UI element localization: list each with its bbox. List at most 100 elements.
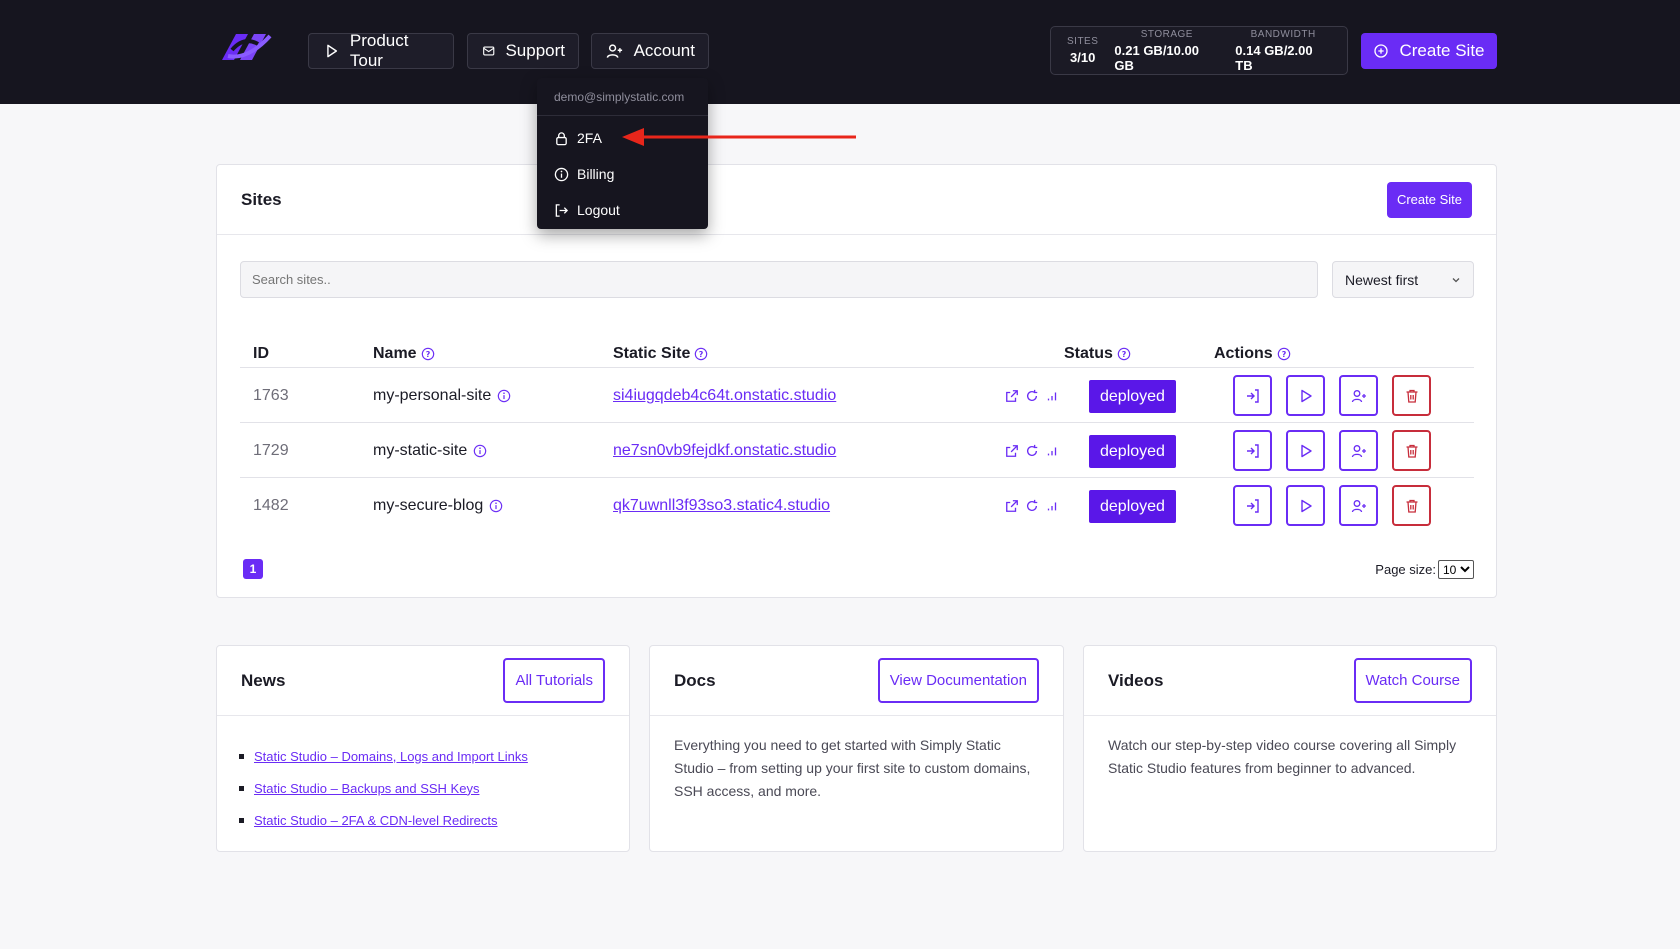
menu-item-billing[interactable]: Billing	[537, 156, 708, 192]
bar-chart-icon[interactable]	[1045, 499, 1059, 513]
list-item: Static Studio – 2FA & CDN-level Redirect…	[239, 804, 605, 836]
account-email: demo@simplystatic.com	[537, 78, 708, 116]
news-link[interactable]: Static Studio – Domains, Logs and Import…	[254, 749, 528, 764]
info-icon[interactable]	[497, 389, 511, 403]
external-link-icon[interactable]	[1005, 444, 1019, 458]
lock-icon	[556, 131, 567, 145]
delete-button[interactable]	[1392, 375, 1431, 416]
refresh-icon[interactable]	[1025, 499, 1039, 513]
play-icon	[327, 44, 338, 58]
plus-circle-icon	[1374, 44, 1389, 58]
support-label: Support	[505, 41, 565, 60]
user-plus-icon	[1351, 499, 1366, 512]
svg-text:?: ?	[1281, 350, 1286, 359]
add-user-button[interactable]	[1339, 375, 1378, 416]
sort-select[interactable]: Newest first	[1332, 261, 1474, 298]
user-plus-icon	[1351, 389, 1366, 402]
static-site-link[interactable]: si4iugqdeb4c64t.onstatic.studio	[613, 368, 836, 423]
page-size-select[interactable]: 10	[1438, 560, 1474, 579]
play-icon	[1300, 499, 1312, 512]
news-card: News All Tutorials Static Studio – Domai…	[216, 645, 630, 852]
login-button[interactable]	[1233, 430, 1272, 471]
account-button[interactable]: Account	[591, 33, 709, 69]
site-quick-actions	[1005, 478, 1059, 533]
sites-card-header: Sites Create Site	[217, 165, 1496, 235]
play-icon	[1300, 444, 1312, 457]
login-button[interactable]	[1233, 375, 1272, 416]
static-site-link[interactable]: ne7sn0vb9fejdkf.onstatic.studio	[613, 423, 836, 478]
watch-course-button[interactable]: Watch Course	[1353, 658, 1472, 703]
site-name: my-secure-blog	[373, 478, 503, 533]
status-badge: deployed	[1089, 380, 1176, 413]
user-plus-icon	[606, 44, 623, 58]
site-id: 1482	[253, 496, 289, 514]
column-actions: Actions ?	[1214, 345, 1291, 363]
table-row: 1482 my-secure-blog qk7uwnll3f93so3.stat…	[240, 477, 1474, 532]
annotation-arrow-icon	[622, 128, 856, 146]
create-site-header-button[interactable]: Create Site	[1361, 33, 1497, 69]
stat-bandwidth: BANDWIDTH 0.14 GB/2.00 TB	[1235, 28, 1316, 73]
bar-chart-icon[interactable]	[1045, 444, 1059, 458]
sites-card: Sites Create Site Newest first ID Name ?…	[216, 164, 1497, 598]
column-id: ID	[253, 345, 269, 362]
help-icon[interactable]: ?	[421, 347, 435, 361]
deploy-button[interactable]	[1286, 430, 1325, 471]
top-bar: Product Tour Support Account SITES 3/10 …	[0, 0, 1680, 104]
add-user-button[interactable]	[1339, 485, 1378, 526]
add-user-button[interactable]	[1339, 430, 1378, 471]
videos-text: Watch our step-by-step video course cove…	[1108, 737, 1457, 776]
account-label: Account	[633, 41, 695, 60]
videos-title: Videos	[1108, 670, 1164, 690]
mail-icon	[483, 46, 495, 56]
docs-card-header: Docs View Documentation	[650, 646, 1063, 716]
site-id: 1763	[253, 386, 289, 404]
column-status: Status ?	[1064, 345, 1131, 363]
help-icon[interactable]: ?	[1117, 347, 1131, 361]
list-item: Static Studio – Domains, Logs and Import…	[239, 740, 605, 772]
login-icon	[1246, 443, 1259, 458]
login-button[interactable]	[1233, 485, 1272, 526]
menu-item-logout[interactable]: Logout	[537, 192, 708, 228]
help-icon[interactable]: ?	[694, 347, 708, 361]
info-icon[interactable]	[473, 444, 487, 458]
svg-text:?: ?	[699, 350, 704, 359]
videos-card-header: Videos Watch Course	[1084, 646, 1496, 716]
static-site-link[interactable]: qk7uwnll3f93so3.static4.studio	[613, 478, 830, 533]
delete-button[interactable]	[1392, 430, 1431, 471]
page-size-control: Page size: 10	[1375, 560, 1474, 579]
docs-text: Everything you need to get started with …	[674, 737, 1031, 799]
search-input[interactable]	[240, 261, 1318, 298]
site-quick-actions	[1005, 423, 1059, 478]
table-row: 1763 my-personal-site si4iugqdeb4c64t.on…	[240, 367, 1474, 422]
external-link-icon[interactable]	[1005, 389, 1019, 403]
refresh-icon[interactable]	[1025, 389, 1039, 403]
external-link-icon[interactable]	[1005, 499, 1019, 513]
status-badge: deployed	[1089, 435, 1176, 468]
delete-button[interactable]	[1392, 485, 1431, 526]
deploy-button[interactable]	[1286, 375, 1325, 416]
create-site-button[interactable]: Create Site	[1386, 181, 1472, 218]
sites-title: Sites	[241, 189, 282, 209]
news-link[interactable]: Static Studio – 2FA & CDN-level Redirect…	[254, 813, 498, 828]
help-icon[interactable]: ?	[1277, 347, 1291, 361]
docs-card: Docs View Documentation Everything you n…	[649, 645, 1064, 852]
info-icon[interactable]	[489, 499, 503, 513]
list-item: Static Studio – Backups and SSH Keys	[239, 772, 605, 804]
trash-icon	[1406, 389, 1417, 403]
refresh-icon[interactable]	[1025, 444, 1039, 458]
support-button[interactable]: Support	[467, 33, 579, 69]
view-documentation-button[interactable]: View Documentation	[877, 658, 1039, 703]
all-tutorials-button[interactable]: All Tutorials	[503, 658, 605, 703]
news-title: News	[241, 670, 286, 690]
news-link[interactable]: Static Studio – Backups and SSH Keys	[254, 781, 479, 796]
logout-icon	[555, 203, 569, 217]
product-tour-button[interactable]: Product Tour	[308, 31, 454, 70]
deploy-button[interactable]	[1286, 485, 1325, 526]
site-name: my-personal-site	[373, 368, 511, 423]
pagination-page-1[interactable]: 1	[243, 559, 263, 579]
trash-icon	[1406, 499, 1417, 513]
bar-chart-icon[interactable]	[1045, 389, 1059, 403]
logo-icon[interactable]	[218, 30, 274, 64]
chevron-down-icon	[1452, 277, 1460, 282]
login-icon	[1246, 498, 1259, 513]
